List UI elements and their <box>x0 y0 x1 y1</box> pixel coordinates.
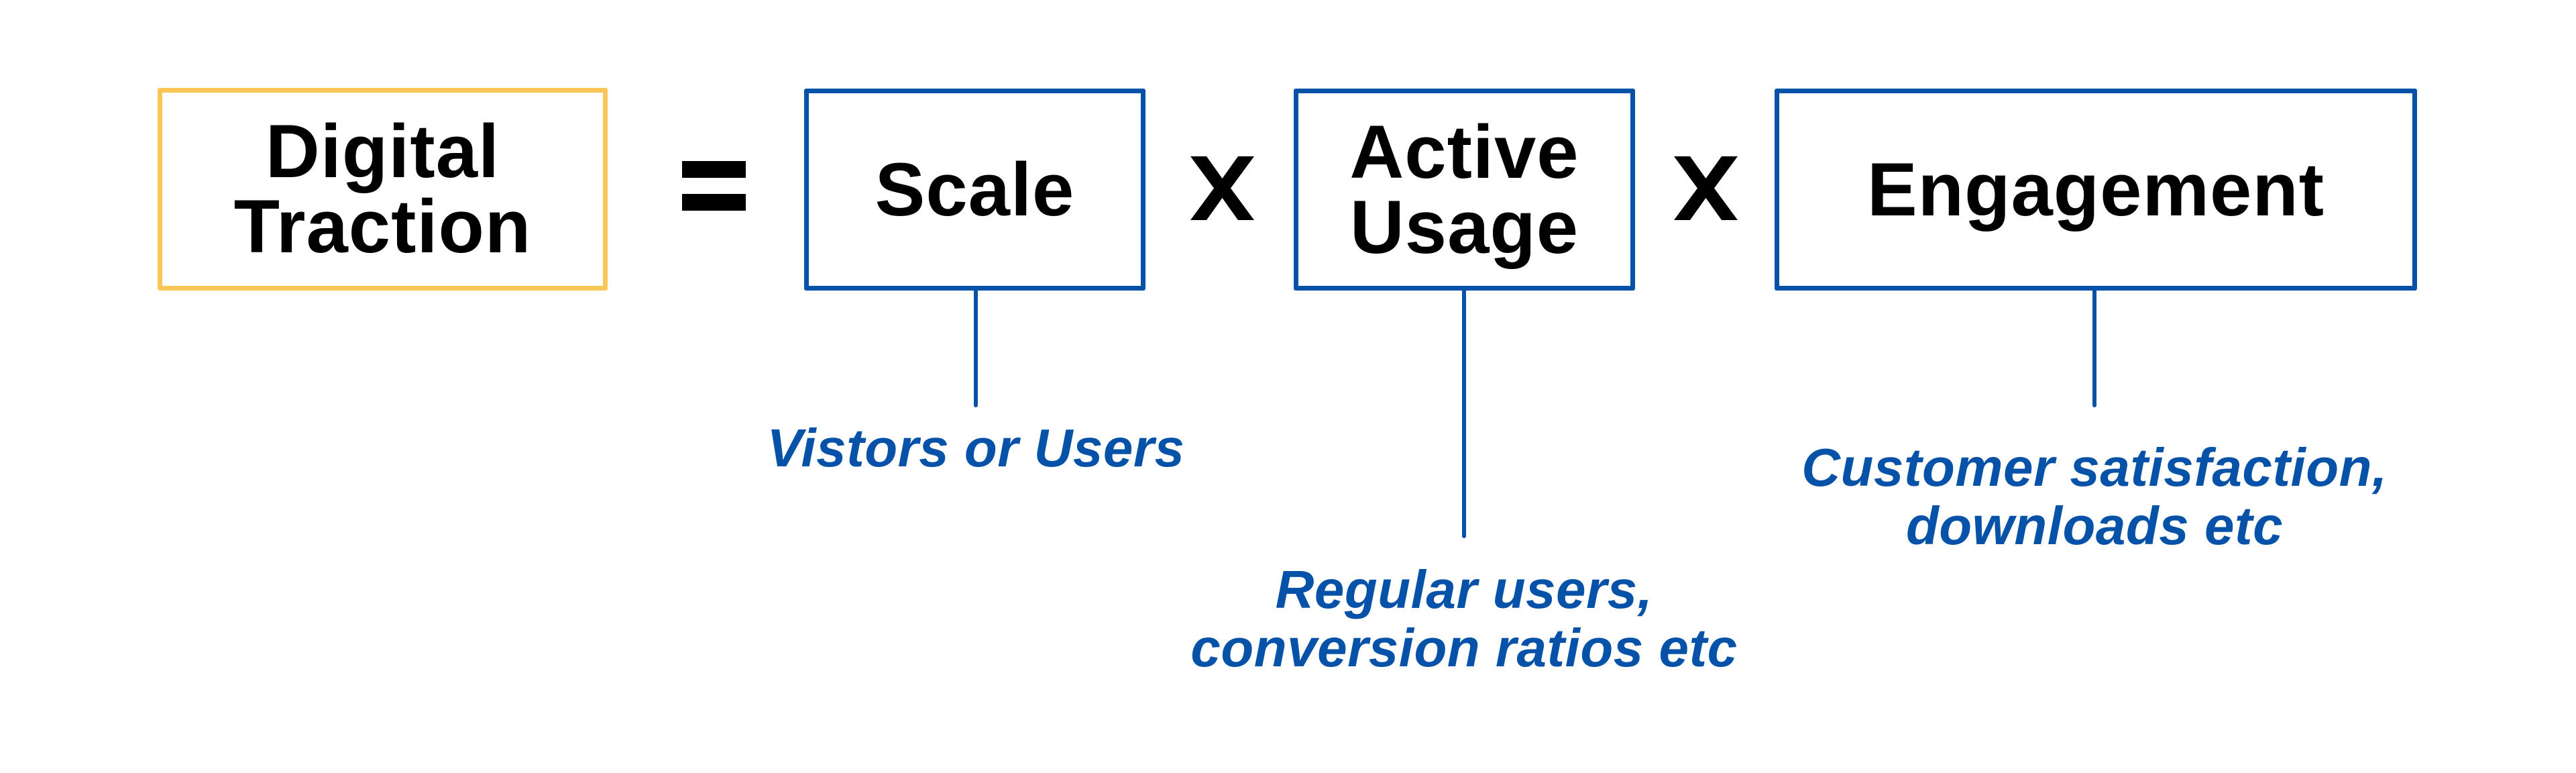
active-usage-description: Regular users, conversion ratios etc <box>1190 560 1738 678</box>
digital-traction-label: Digital Traction <box>233 109 532 268</box>
equals-bar-top <box>682 161 746 178</box>
engagement-box: Engagement <box>1775 89 2417 291</box>
engagement-connector-line <box>2092 290 2096 407</box>
multiply-icon <box>1674 156 1738 220</box>
active-usage-label: Active Usage <box>1349 109 1579 269</box>
scale-label: Scale <box>875 147 1075 231</box>
active-usage-connector-line <box>1462 290 1466 538</box>
digital-traction-box: Digital Traction <box>158 88 608 291</box>
engagement-label: Engagement <box>1866 147 2325 231</box>
equals-bar-bottom <box>682 194 746 211</box>
engagement-description: Customer satisfaction, downloads etc <box>1801 437 2388 556</box>
scale-connector-line <box>974 290 978 407</box>
scale-box: Scale <box>804 89 1145 291</box>
multiply-icon <box>1190 156 1254 220</box>
scale-description: Vistors or Users <box>767 418 1185 478</box>
active-usage-box: Active Usage <box>1294 89 1635 291</box>
